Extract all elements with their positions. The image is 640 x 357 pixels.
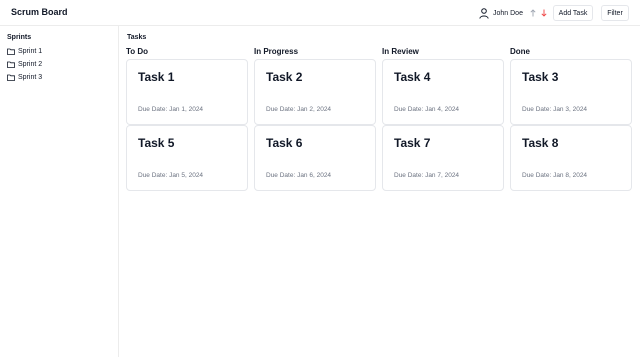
task-due-date: Due Date: Jan 5, 2024 [138, 172, 204, 179]
task-due-date: Due Date: Jan 7, 2024 [394, 172, 460, 179]
task-card[interactable]: Task 1 Due Date: Jan 1, 2024 [126, 59, 248, 125]
task-title: Task 7 [394, 136, 431, 150]
column-done: Done Task 3 Due Date: Jan 3, 2024 Task 8… [510, 47, 632, 191]
task-card[interactable]: Task 7 Due Date: Jan 7, 2024 [382, 125, 504, 191]
sidebar-title: Sprints [7, 34, 32, 41]
user-name: John Doe [493, 9, 523, 17]
task-title: Task 2 [266, 70, 303, 84]
folder-icon [7, 74, 15, 81]
sidebar-item-label: Sprint 1 [18, 48, 43, 55]
task-title: Task 1 [138, 70, 175, 84]
arrow-up-icon[interactable] [530, 9, 536, 17]
task-title: Task 4 [394, 70, 431, 84]
board-title: Tasks [127, 34, 147, 41]
scrum-board-app: Scrum Board John Doe Add Task Filter Spr… [0, 0, 640, 357]
column-to-do: To Do Task 1 Due Date: Jan 1, 2024 Task … [126, 47, 248, 191]
folder-icon [7, 61, 15, 68]
sprint-list: Sprint 1 Sprint 2 Sprint 3 [7, 45, 42, 84]
task-due-date: Due Date: Jan 6, 2024 [266, 172, 332, 179]
filter-button[interactable]: Filter [601, 5, 629, 21]
sidebar-item-sprint-3[interactable]: Sprint 3 [7, 71, 42, 84]
column-title: In Review [382, 47, 419, 56]
column-title: To Do [126, 47, 149, 56]
task-card[interactable]: Task 4 Due Date: Jan 4, 2024 [382, 59, 504, 125]
arrow-down-icon[interactable] [541, 9, 547, 17]
task-title: Task 5 [138, 136, 175, 150]
task-title: Task 6 [266, 136, 303, 150]
column-in-review: In Review Task 4 Due Date: Jan 4, 2024 T… [382, 47, 504, 191]
task-card[interactable]: Task 2 Due Date: Jan 2, 2024 [254, 59, 376, 125]
task-due-date: Due Date: Jan 3, 2024 [522, 106, 588, 113]
user-menu[interactable]: John Doe [479, 6, 547, 20]
top-header: Scrum Board John Doe Add Task Filter [0, 0, 640, 26]
task-card[interactable]: Task 5 Due Date: Jan 5, 2024 [126, 125, 248, 191]
sidebar: Sprints Sprint 1 Sprint 2 Sprint 3 [0, 26, 119, 357]
task-card[interactable]: Task 8 Due Date: Jan 8, 2024 [510, 125, 632, 191]
column-title: In Progress [254, 47, 299, 56]
task-title: Task 3 [522, 70, 559, 84]
task-card[interactable]: Task 6 Due Date: Jan 6, 2024 [254, 125, 376, 191]
task-title: Task 8 [522, 136, 559, 150]
main-board: Tasks To Do Task 1 Due Date: Jan 1, 2024… [120, 26, 640, 357]
sidebar-item-label: Sprint 2 [18, 61, 43, 68]
add-task-button[interactable]: Add Task [553, 5, 593, 21]
column-title: Done [510, 47, 530, 56]
app-title: Scrum Board [11, 7, 68, 17]
sidebar-item-sprint-1[interactable]: Sprint 1 [7, 45, 42, 58]
task-due-date: Due Date: Jan 4, 2024 [394, 106, 460, 113]
sidebar-item-label: Sprint 3 [18, 74, 43, 81]
task-card[interactable]: Task 3 Due Date: Jan 3, 2024 [510, 59, 632, 125]
task-due-date: Due Date: Jan 1, 2024 [138, 106, 204, 113]
task-due-date: Due Date: Jan 2, 2024 [266, 106, 332, 113]
sidebar-item-sprint-2[interactable]: Sprint 2 [7, 58, 42, 71]
task-due-date: Due Date: Jan 8, 2024 [522, 172, 588, 179]
column-in-progress: In Progress Task 2 Due Date: Jan 2, 2024… [254, 47, 376, 191]
user-icon [479, 7, 489, 19]
folder-icon [7, 48, 15, 55]
